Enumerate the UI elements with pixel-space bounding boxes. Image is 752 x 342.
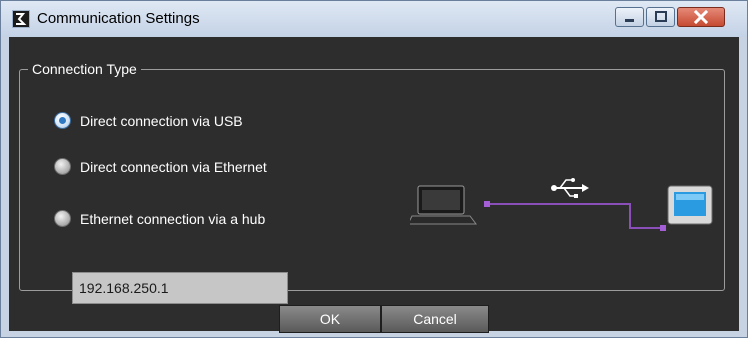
minimize-icon bbox=[625, 19, 634, 22]
title-bar[interactable]: Communication Settings bbox=[1, 1, 747, 37]
close-button[interactable] bbox=[677, 7, 725, 27]
radio-label-ethernet: Direct connection via Ethernet bbox=[80, 158, 267, 175]
usb-cable bbox=[484, 201, 666, 231]
connection-type-legend: Connection Type bbox=[28, 61, 141, 77]
communication-settings-window: Communication Settings Connection Type D… bbox=[0, 0, 748, 338]
radio-label-usb: Direct connection via USB bbox=[80, 112, 243, 129]
radio-button-usb[interactable] bbox=[54, 112, 71, 129]
connection-type-group: Connection Type Direct connection via US… bbox=[19, 61, 725, 304]
radio-button-ethernet[interactable] bbox=[54, 158, 71, 175]
radio-button-hub[interactable] bbox=[54, 210, 71, 227]
dialog-body: Connection Type Direct connection via US… bbox=[9, 37, 739, 333]
radio-usb[interactable]: Direct connection via USB bbox=[54, 112, 243, 129]
connection-diagram bbox=[410, 178, 713, 231]
usb-icon bbox=[551, 178, 589, 198]
minimize-button[interactable] bbox=[615, 7, 644, 27]
radio-hub[interactable]: Ethernet connection via a hub bbox=[54, 210, 265, 227]
window-title: Communication Settings bbox=[37, 10, 200, 27]
app-icon bbox=[12, 10, 30, 28]
maximize-button[interactable] bbox=[646, 7, 675, 27]
radio-ethernet[interactable]: Direct connection via Ethernet bbox=[54, 158, 267, 175]
laptop-icon bbox=[410, 185, 477, 225]
cancel-button[interactable]: Cancel bbox=[381, 305, 489, 333]
maximize-icon bbox=[655, 11, 667, 22]
radio-label-hub: Ethernet connection via a hub bbox=[80, 210, 266, 227]
ok-button[interactable]: OK bbox=[279, 305, 381, 333]
ip-address-input[interactable] bbox=[72, 272, 288, 304]
close-icon bbox=[693, 9, 709, 25]
hmi-panel-icon bbox=[667, 185, 713, 225]
